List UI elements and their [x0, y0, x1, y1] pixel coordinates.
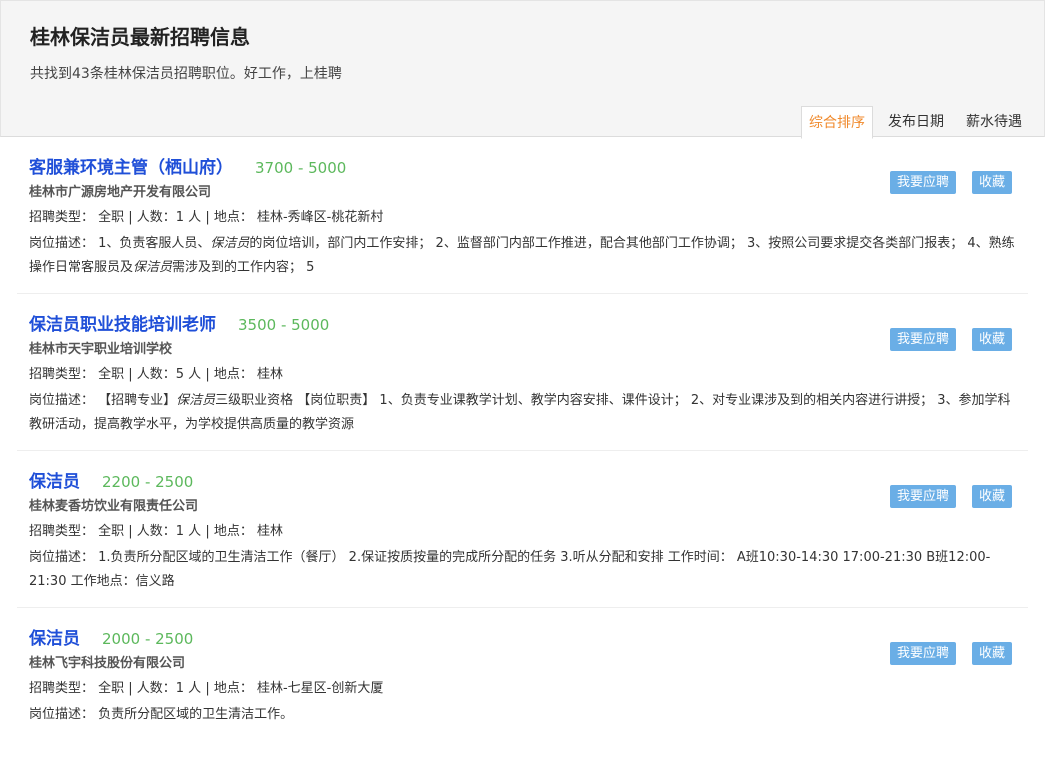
company-name: 桂林麦香坊饮业有限责任公司 [29, 499, 199, 514]
job-title-link[interactable]: 保洁员职业技能培训老师 [29, 310, 216, 335]
company-name: 桂林飞宇科技股份有限公司 [29, 656, 186, 671]
company-name: 桂林市广源房地产开发有限公司 [29, 185, 212, 200]
job-salary: 2200 - 2500 [102, 473, 194, 491]
job-title-link[interactable]: 客服兼环境主管（栖山府） [29, 153, 233, 178]
job-salary: 3500 - 5000 [238, 316, 330, 334]
job-salary: 3700 - 5000 [255, 159, 347, 177]
keyword-highlight: 保洁员 [176, 393, 216, 408]
job-item: 保洁员 2000 - 2500 桂林飞宇科技股份有限公司 招聘类型： 全职 | … [17, 608, 1028, 765]
page-header: 桂林保洁员最新招聘信息 共找到43条桂林保洁员招聘职位。好工作，上桂聘 综合排序… [0, 0, 1045, 139]
job-item: 保洁员 2200 - 2500 桂林麦香坊饮业有限责任公司 招聘类型： 全职 |… [17, 451, 1028, 608]
sort-tabs: 综合排序 发布日期 薪水待遇 [793, 106, 1029, 139]
description-text: 岗位描述： 【招聘专业】 [29, 393, 177, 408]
favorite-button[interactable]: 收藏 [971, 485, 1012, 508]
favorite-button[interactable]: 收藏 [971, 328, 1012, 351]
favorite-button[interactable]: 收藏 [971, 642, 1012, 665]
keyword-highlight: 保洁员 [133, 260, 173, 275]
company-name: 桂林市天宇职业培训学校 [29, 342, 173, 357]
job-description: 岗位描述： 1.负责所分配区域的卫生清洁工作（餐厅） 2.保证按质按量的完成所分… [29, 546, 1019, 594]
job-description: 岗位描述： 负责所分配区域的卫生清洁工作。 [29, 703, 1019, 727]
job-description: 岗位描述： 【招聘专业】保洁员三级职业资格 【岗位职责】 1、负责专业课教学计划… [29, 389, 1019, 437]
description-text: 岗位描述： 负责所分配区域的卫生清洁工作。 [29, 707, 294, 722]
description-text: 岗位描述： 1、负责客服人员、 [29, 236, 211, 251]
job-meta: 招聘类型： 全职 | 人数：1 人 | 地点： 桂林-秀峰区-桃花新村 [29, 210, 384, 225]
job-description: 岗位描述： 1、负责客服人员、保洁员的岗位培训，部门内工作安排； 2、监督部门内… [29, 232, 1019, 280]
job-list: 客服兼环境主管（栖山府） 3700 - 5000 桂林市广源房地产开发有限公司 … [17, 137, 1028, 765]
job-title-link[interactable]: 保洁员 [29, 467, 80, 492]
tab-sort-comprehensive[interactable]: 综合排序 [801, 106, 873, 139]
apply-button[interactable]: 我要应聘 [889, 171, 956, 194]
apply-button[interactable]: 我要应聘 [889, 485, 956, 508]
job-meta: 招聘类型： 全职 | 人数：1 人 | 地点： 桂林-七星区-创新大厦 [29, 681, 384, 696]
apply-button[interactable]: 我要应聘 [889, 642, 956, 665]
job-item: 保洁员职业技能培训老师 3500 - 5000 桂林市天宇职业培训学校 招聘类型… [17, 294, 1028, 451]
job-meta: 招聘类型： 全职 | 人数：5 人 | 地点： 桂林 [29, 367, 283, 382]
keyword-highlight: 保洁员 [210, 236, 250, 251]
description-text: 岗位描述： 1.负责所分配区域的卫生清洁工作（餐厅） 2.保证按质按量的完成所分… [29, 550, 991, 589]
job-item: 客服兼环境主管（栖山府） 3700 - 5000 桂林市广源房地产开发有限公司 … [17, 137, 1028, 294]
description-text: 需涉及到的工作内容； 5 [172, 260, 315, 275]
job-salary: 2000 - 2500 [102, 630, 194, 648]
tab-sort-salary[interactable]: 薪水待遇 [959, 106, 1029, 138]
page-title: 桂林保洁员最新招聘信息 [30, 25, 250, 49]
favorite-button[interactable]: 收藏 [971, 171, 1012, 194]
apply-button[interactable]: 我要应聘 [889, 328, 956, 351]
page-subtitle: 共找到43条桂林保洁员招聘职位。好工作，上桂聘 [30, 66, 342, 82]
job-meta: 招聘类型： 全职 | 人数：1 人 | 地点： 桂林 [29, 524, 283, 539]
job-title-link[interactable]: 保洁员 [29, 624, 80, 649]
tab-sort-publish-date[interactable]: 发布日期 [881, 106, 951, 138]
